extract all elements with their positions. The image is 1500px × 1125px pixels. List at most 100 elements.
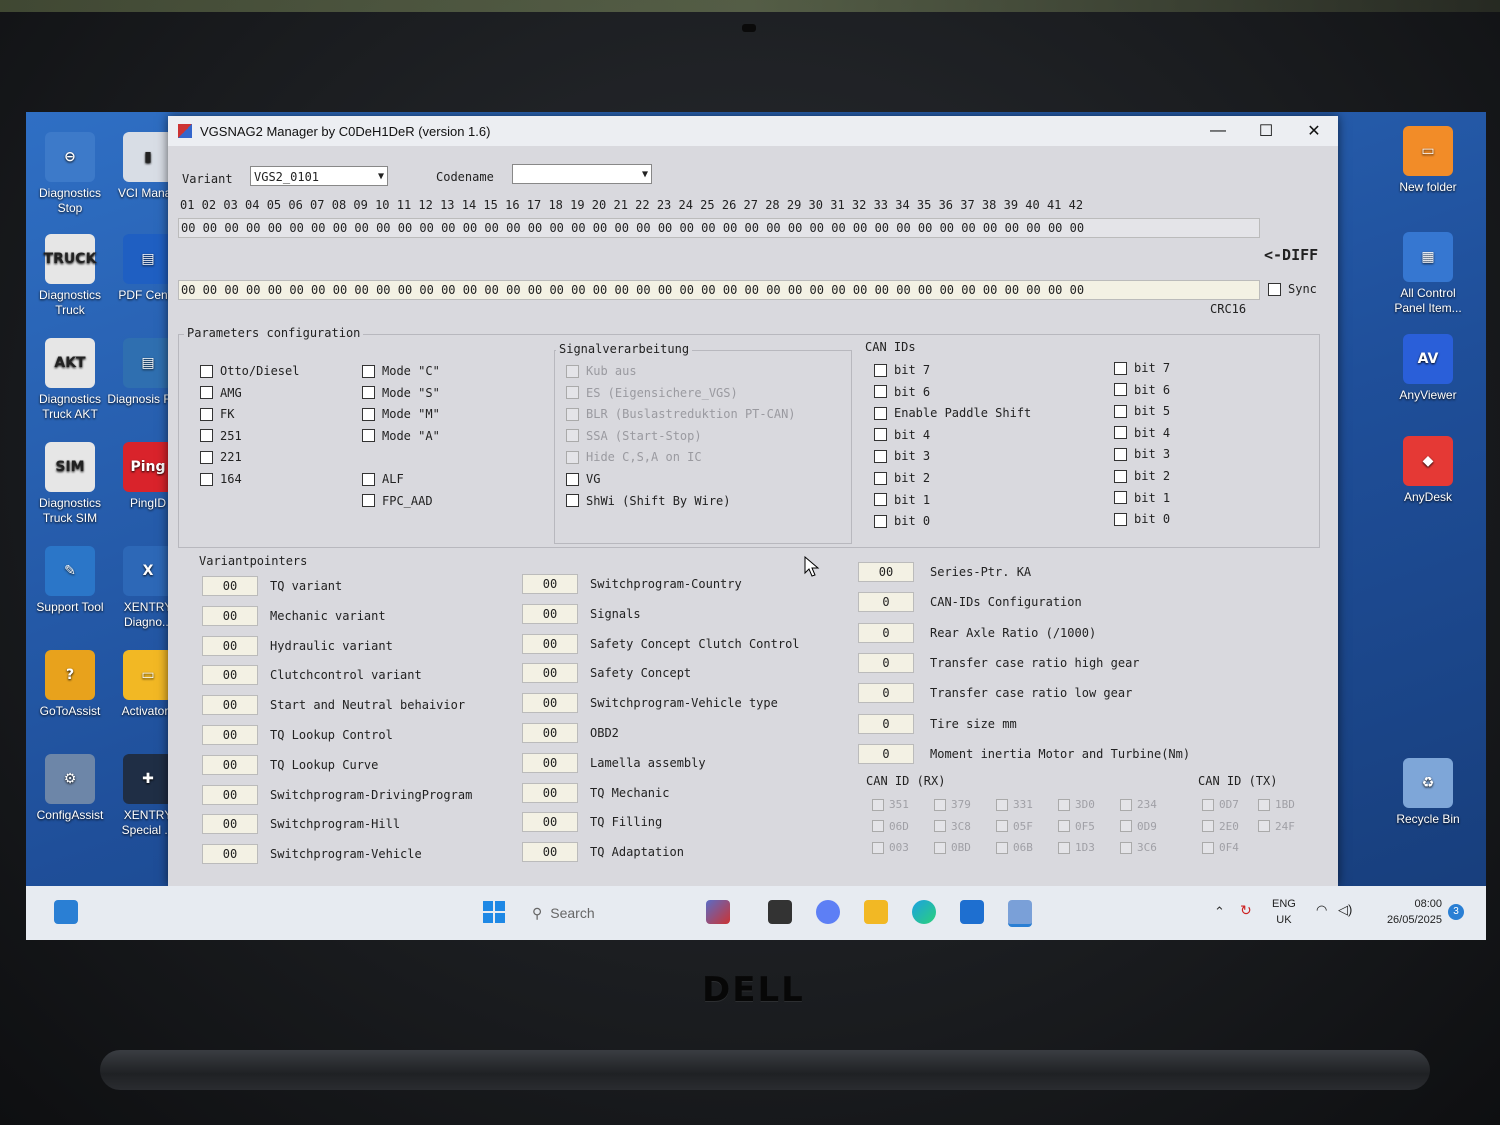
desktop-icon[interactable]: ✎ Support Tool <box>28 546 112 615</box>
can-id-checkbox[interactable]: 0F5 <box>1058 820 1095 833</box>
can-id-checkbox[interactable]: 3C6 <box>1120 841 1157 854</box>
can-id-checkbox[interactable]: 234 <box>1120 798 1157 811</box>
vp-value-field[interactable]: 00 <box>522 842 578 863</box>
security-shield-icon[interactable] <box>960 900 984 924</box>
vp-value-field[interactable]: 00 <box>522 633 578 654</box>
vp-value-field[interactable]: 00 <box>522 723 578 743</box>
can-id-checkbox[interactable]: 379 <box>934 798 971 811</box>
sync-status-icon[interactable]: ↻ <box>1240 902 1252 919</box>
checkbox-canids-left-2[interactable]: Enable Paddle Shift <box>874 406 1031 420</box>
can-id-checkbox[interactable]: 3C8 <box>934 820 971 833</box>
language-indicator[interactable]: ENG UK <box>1272 896 1296 928</box>
app-terminal-icon[interactable] <box>768 900 792 924</box>
desktop-icon[interactable]: SIM Diagnostics Truck SIM <box>28 442 112 526</box>
checkbox-canids-right-7[interactable]: bit 0 <box>1114 512 1170 526</box>
checkbox-signal-items-3[interactable]: SSA (Start-Stop) <box>566 429 702 443</box>
checkbox-signal-items-0[interactable]: Kub aus <box>566 364 637 378</box>
widgets-icon[interactable] <box>54 900 78 924</box>
desktop-icon[interactable]: ? GoToAssist <box>28 650 112 719</box>
app-vgsnag-icon[interactable] <box>1008 900 1032 927</box>
desktop-icon[interactable]: ◆ AnyDesk <box>1386 436 1470 505</box>
desktop-icon[interactable]: ♻ Recycle Bin <box>1386 758 1470 827</box>
vp-value-field[interactable]: 00 <box>202 754 258 775</box>
file-explorer-icon[interactable] <box>864 900 888 924</box>
desktop-icon[interactable]: ▭ New folder <box>1386 126 1470 195</box>
checkbox-params-col1-2[interactable]: FK <box>200 407 234 421</box>
vp-value-field[interactable]: 00 <box>858 562 914 582</box>
desktop-icon[interactable]: TRUCK Diagnostics Truck <box>28 234 112 318</box>
checkbox-params-col1-1[interactable]: AMG <box>200 386 242 400</box>
can-id-checkbox[interactable]: 1BD <box>1258 798 1295 811</box>
checkbox-params-col2-0[interactable]: Mode "C" <box>362 364 440 378</box>
notification-badge[interactable]: 3 <box>1448 904 1464 920</box>
checkbox-params-col2-3[interactable]: Mode "A" <box>362 429 440 443</box>
vp-value-field[interactable]: 00 <box>202 635 258 656</box>
can-id-checkbox[interactable]: 0F4 <box>1202 841 1239 854</box>
vp-value-field[interactable]: 00 <box>522 693 578 714</box>
vp-value-field[interactable]: 00 <box>522 603 578 624</box>
vp-value-field[interactable]: 00 <box>202 695 258 716</box>
vp-value-field[interactable]: 00 <box>202 576 258 596</box>
close-button[interactable]: ✕ <box>1290 121 1338 141</box>
checkbox-canids-left-1[interactable]: bit 6 <box>874 385 930 399</box>
vp-value-field[interactable]: 00 <box>522 782 578 803</box>
checkbox-canids-right-2[interactable]: bit 5 <box>1114 404 1170 418</box>
vp-value-field[interactable]: 00 <box>522 663 578 684</box>
vp-value-field[interactable]: 0 <box>858 652 914 673</box>
hex-row-1[interactable]: 00 00 00 00 00 00 00 00 00 00 00 00 00 0… <box>178 218 1260 238</box>
can-id-checkbox[interactable]: 0D7 <box>1202 798 1239 811</box>
checkbox-canids-left-5[interactable]: bit 2 <box>874 471 930 485</box>
can-id-checkbox[interactable]: 351 <box>872 798 909 811</box>
wifi-icon[interactable]: ◠ <box>1316 902 1327 918</box>
vp-value-field[interactable]: 00 <box>522 812 578 833</box>
desktop-icon[interactable]: ▦ All Control Panel Item... <box>1386 232 1470 316</box>
can-id-checkbox[interactable]: 24F <box>1258 820 1295 833</box>
volume-icon[interactable]: ◁) <box>1338 902 1352 918</box>
checkbox-canids-right-4[interactable]: bit 3 <box>1114 447 1170 461</box>
vp-value-field[interactable]: 00 <box>202 784 258 805</box>
checkbox-canids-right-0[interactable]: bit 7 <box>1114 361 1170 375</box>
checkbox-canids-left-4[interactable]: bit 3 <box>874 449 930 463</box>
maximize-button[interactable]: ☐ <box>1242 121 1290 141</box>
checkbox-params-col1-3[interactable]: 251 <box>200 429 242 443</box>
vp-value-field[interactable]: 00 <box>202 814 258 835</box>
vp-value-field[interactable]: 00 <box>202 605 258 626</box>
can-id-checkbox[interactable]: 06B <box>996 841 1033 854</box>
vp-value-field[interactable]: 00 <box>202 725 258 745</box>
codename-select[interactable]: ▼ <box>512 164 652 184</box>
checkbox-params-col2-2[interactable]: Mode "M" <box>362 407 440 421</box>
app-xentry-icon[interactable] <box>706 900 730 924</box>
vp-value-field[interactable]: 0 <box>858 592 914 613</box>
checkbox-params-col2-1[interactable]: Mode "S" <box>362 386 440 400</box>
can-id-checkbox[interactable]: 3D0 <box>1058 798 1095 811</box>
can-id-checkbox[interactable]: 0BD <box>934 841 971 854</box>
checkbox-canids-left-7[interactable]: bit 0 <box>874 514 930 528</box>
variant-select[interactable]: VGS2_0101 ▼ <box>250 166 388 186</box>
checkbox-canids-right-1[interactable]: bit 6 <box>1114 383 1170 397</box>
clock[interactable]: 08:00 26/05/2025 <box>1366 896 1442 928</box>
checkbox-canids-right-6[interactable]: bit 1 <box>1114 491 1170 505</box>
vp-value-field[interactable]: 00 <box>202 665 258 686</box>
can-id-checkbox[interactable]: 2E0 <box>1202 820 1239 833</box>
can-id-checkbox[interactable]: 06D <box>872 820 909 833</box>
taskbar-search[interactable]: ⚲ Search <box>532 900 692 926</box>
checkbox-canids-left-0[interactable]: bit 7 <box>874 363 930 377</box>
edge-browser-icon[interactable] <box>912 900 936 924</box>
desktop-icon[interactable]: AV AnyViewer <box>1386 334 1470 403</box>
can-id-checkbox[interactable]: 0D9 <box>1120 820 1157 833</box>
checkbox-canids-left-3[interactable]: bit 4 <box>874 428 930 442</box>
minimize-button[interactable]: — <box>1194 122 1242 140</box>
checkbox-signal-items-1[interactable]: ES (Eigensichere_VGS) <box>566 386 738 400</box>
checkbox-signal-items-4[interactable]: Hide C,S,A on IC <box>566 450 702 464</box>
checkbox-params-col2b-1[interactable]: FPC_AAD <box>362 494 433 508</box>
vp-value-field[interactable]: 0 <box>858 622 914 643</box>
checkbox-canids-left-6[interactable]: bit 1 <box>874 493 930 507</box>
can-id-checkbox[interactable]: 331 <box>996 798 1033 811</box>
app-chat-icon[interactable] <box>816 900 840 924</box>
checkbox-params-col1-4[interactable]: 221 <box>200 450 242 464</box>
desktop-icon[interactable]: AKT Diagnostics Truck AKT <box>28 338 112 422</box>
checkbox-params-col1-5[interactable]: 164 <box>200 472 242 486</box>
checkbox-signal-items-5[interactable]: VG <box>566 472 600 486</box>
sync-checkbox[interactable]: Sync <box>1268 282 1317 296</box>
start-windows-icon[interactable] <box>482 900 506 924</box>
